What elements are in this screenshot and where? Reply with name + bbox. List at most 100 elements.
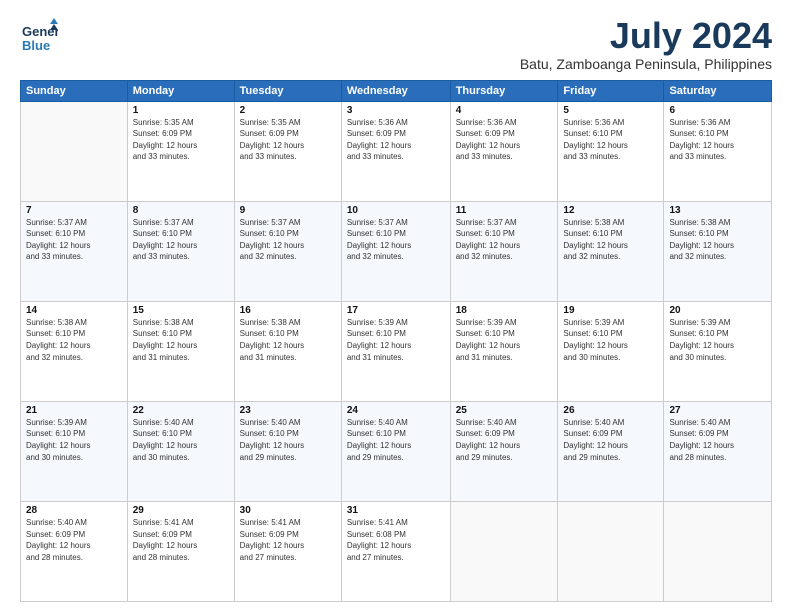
calendar-cell: 28Sunrise: 5:40 AMSunset: 6:09 PMDayligh… [21, 501, 128, 601]
day-info: Sunrise: 5:41 AMSunset: 6:09 PMDaylight:… [240, 517, 336, 563]
day-info: Sunrise: 5:38 AMSunset: 6:10 PMDaylight:… [669, 217, 766, 263]
calendar-cell: 21Sunrise: 5:39 AMSunset: 6:10 PMDayligh… [21, 401, 128, 501]
week-row-3: 14Sunrise: 5:38 AMSunset: 6:10 PMDayligh… [21, 301, 772, 401]
day-number: 26 [563, 405, 658, 416]
day-number: 9 [240, 205, 336, 216]
day-info: Sunrise: 5:36 AMSunset: 6:09 PMDaylight:… [347, 117, 445, 163]
calendar-cell: 29Sunrise: 5:41 AMSunset: 6:09 PMDayligh… [127, 501, 234, 601]
day-number: 31 [347, 505, 445, 516]
day-info: Sunrise: 5:38 AMSunset: 6:10 PMDaylight:… [240, 317, 336, 363]
day-info: Sunrise: 5:38 AMSunset: 6:10 PMDaylight:… [563, 217, 658, 263]
day-number: 15 [133, 305, 229, 316]
calendar-cell: 9Sunrise: 5:37 AMSunset: 6:10 PMDaylight… [234, 201, 341, 301]
calendar-cell: 4Sunrise: 5:36 AMSunset: 6:09 PMDaylight… [450, 101, 558, 201]
day-number: 20 [669, 305, 766, 316]
day-number: 1 [133, 105, 229, 116]
calendar-table: SundayMondayTuesdayWednesdayThursdayFrid… [20, 80, 772, 602]
calendar-cell: 19Sunrise: 5:39 AMSunset: 6:10 PMDayligh… [558, 301, 664, 401]
calendar-cell: 18Sunrise: 5:39 AMSunset: 6:10 PMDayligh… [450, 301, 558, 401]
svg-text:Blue: Blue [22, 38, 50, 53]
day-info: Sunrise: 5:39 AMSunset: 6:10 PMDaylight:… [669, 317, 766, 363]
day-header-thursday: Thursday [450, 80, 558, 101]
calendar-cell: 8Sunrise: 5:37 AMSunset: 6:10 PMDaylight… [127, 201, 234, 301]
logo: General Blue [20, 16, 58, 54]
calendar-cell: 22Sunrise: 5:40 AMSunset: 6:10 PMDayligh… [127, 401, 234, 501]
calendar-cell: 12Sunrise: 5:38 AMSunset: 6:10 PMDayligh… [558, 201, 664, 301]
day-header-wednesday: Wednesday [341, 80, 450, 101]
days-header-row: SundayMondayTuesdayWednesdayThursdayFrid… [21, 80, 772, 101]
day-number: 10 [347, 205, 445, 216]
day-info: Sunrise: 5:40 AMSunset: 6:09 PMDaylight:… [26, 517, 122, 563]
calendar-cell: 20Sunrise: 5:39 AMSunset: 6:10 PMDayligh… [664, 301, 772, 401]
day-number: 28 [26, 505, 122, 516]
day-info: Sunrise: 5:39 AMSunset: 6:10 PMDaylight:… [456, 317, 553, 363]
logo-icon: General Blue [20, 16, 58, 54]
calendar-cell: 11Sunrise: 5:37 AMSunset: 6:10 PMDayligh… [450, 201, 558, 301]
calendar-cell: 30Sunrise: 5:41 AMSunset: 6:09 PMDayligh… [234, 501, 341, 601]
day-number: 23 [240, 405, 336, 416]
day-number: 12 [563, 205, 658, 216]
week-row-2: 7Sunrise: 5:37 AMSunset: 6:10 PMDaylight… [21, 201, 772, 301]
calendar-cell [664, 501, 772, 601]
day-number: 13 [669, 205, 766, 216]
day-number: 6 [669, 105, 766, 116]
calendar-cell: 17Sunrise: 5:39 AMSunset: 6:10 PMDayligh… [341, 301, 450, 401]
day-header-monday: Monday [127, 80, 234, 101]
day-info: Sunrise: 5:36 AMSunset: 6:09 PMDaylight:… [456, 117, 553, 163]
calendar-cell: 5Sunrise: 5:36 AMSunset: 6:10 PMDaylight… [558, 101, 664, 201]
day-info: Sunrise: 5:39 AMSunset: 6:10 PMDaylight:… [26, 417, 122, 463]
day-number: 27 [669, 405, 766, 416]
day-info: Sunrise: 5:37 AMSunset: 6:10 PMDaylight:… [26, 217, 122, 263]
calendar-cell: 7Sunrise: 5:37 AMSunset: 6:10 PMDaylight… [21, 201, 128, 301]
calendar-cell: 10Sunrise: 5:37 AMSunset: 6:10 PMDayligh… [341, 201, 450, 301]
day-info: Sunrise: 5:40 AMSunset: 6:09 PMDaylight:… [563, 417, 658, 463]
day-number: 7 [26, 205, 122, 216]
calendar-cell: 23Sunrise: 5:40 AMSunset: 6:10 PMDayligh… [234, 401, 341, 501]
day-number: 24 [347, 405, 445, 416]
calendar-cell: 13Sunrise: 5:38 AMSunset: 6:10 PMDayligh… [664, 201, 772, 301]
calendar-cell: 15Sunrise: 5:38 AMSunset: 6:10 PMDayligh… [127, 301, 234, 401]
calendar-cell: 2Sunrise: 5:35 AMSunset: 6:09 PMDaylight… [234, 101, 341, 201]
calendar-cell: 31Sunrise: 5:41 AMSunset: 6:08 PMDayligh… [341, 501, 450, 601]
day-info: Sunrise: 5:37 AMSunset: 6:10 PMDaylight:… [456, 217, 553, 263]
title-block: July 2024 Batu, Zamboanga Peninsula, Phi… [520, 16, 772, 72]
day-number: 22 [133, 405, 229, 416]
day-header-saturday: Saturday [664, 80, 772, 101]
day-info: Sunrise: 5:35 AMSunset: 6:09 PMDaylight:… [133, 117, 229, 163]
page: General Blue July 2024 Batu, Zamboanga P… [0, 0, 792, 612]
day-info: Sunrise: 5:40 AMSunset: 6:09 PMDaylight:… [456, 417, 553, 463]
day-number: 3 [347, 105, 445, 116]
day-number: 29 [133, 505, 229, 516]
day-info: Sunrise: 5:37 AMSunset: 6:10 PMDaylight:… [133, 217, 229, 263]
day-number: 19 [563, 305, 658, 316]
day-number: 17 [347, 305, 445, 316]
day-info: Sunrise: 5:36 AMSunset: 6:10 PMDaylight:… [563, 117, 658, 163]
day-info: Sunrise: 5:40 AMSunset: 6:10 PMDaylight:… [240, 417, 336, 463]
day-number: 2 [240, 105, 336, 116]
day-number: 5 [563, 105, 658, 116]
day-number: 16 [240, 305, 336, 316]
day-info: Sunrise: 5:41 AMSunset: 6:08 PMDaylight:… [347, 517, 445, 563]
calendar-cell [558, 501, 664, 601]
day-number: 18 [456, 305, 553, 316]
day-number: 21 [26, 405, 122, 416]
day-info: Sunrise: 5:39 AMSunset: 6:10 PMDaylight:… [347, 317, 445, 363]
day-number: 25 [456, 405, 553, 416]
day-info: Sunrise: 5:40 AMSunset: 6:10 PMDaylight:… [347, 417, 445, 463]
header: General Blue July 2024 Batu, Zamboanga P… [20, 16, 772, 72]
day-info: Sunrise: 5:35 AMSunset: 6:09 PMDaylight:… [240, 117, 336, 163]
calendar-cell: 14Sunrise: 5:38 AMSunset: 6:10 PMDayligh… [21, 301, 128, 401]
calendar-cell: 3Sunrise: 5:36 AMSunset: 6:09 PMDaylight… [341, 101, 450, 201]
month-title: July 2024 [520, 16, 772, 56]
day-header-tuesday: Tuesday [234, 80, 341, 101]
day-header-friday: Friday [558, 80, 664, 101]
day-info: Sunrise: 5:40 AMSunset: 6:09 PMDaylight:… [669, 417, 766, 463]
day-number: 11 [456, 205, 553, 216]
calendar-cell: 1Sunrise: 5:35 AMSunset: 6:09 PMDaylight… [127, 101, 234, 201]
day-info: Sunrise: 5:37 AMSunset: 6:10 PMDaylight:… [347, 217, 445, 263]
day-info: Sunrise: 5:39 AMSunset: 6:10 PMDaylight:… [563, 317, 658, 363]
location-title: Batu, Zamboanga Peninsula, Philippines [520, 56, 772, 72]
calendar-cell [21, 101, 128, 201]
day-info: Sunrise: 5:38 AMSunset: 6:10 PMDaylight:… [133, 317, 229, 363]
day-number: 4 [456, 105, 553, 116]
